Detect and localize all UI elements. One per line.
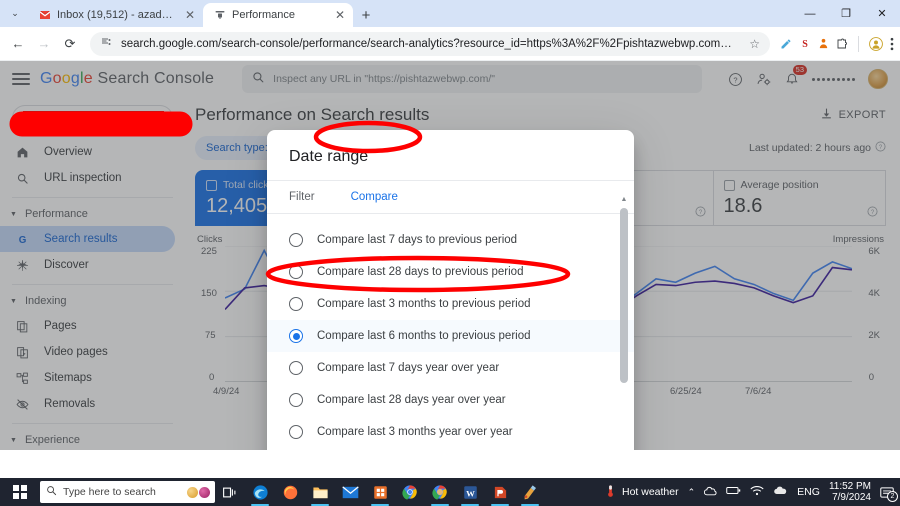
show-hidden-icons[interactable]: ⌃ [688,487,696,498]
powerpoint-icon[interactable] [485,478,515,506]
close-icon[interactable]: ✕ [184,9,196,21]
extension-icons: S [778,35,894,52]
option-label: Compare last 28 days year over year [317,394,506,406]
dialog-tab-bar: Filter Compare [267,180,634,214]
minimize-button[interactable]: — [792,0,828,27]
wifi-icon[interactable] [750,485,764,499]
option-custom[interactable]: Custom [267,448,634,450]
word-icon[interactable]: W [455,478,485,506]
toolbar-divider [858,35,859,52]
option-compare-last-6-months-previous-period[interactable]: Compare last 6 months to previous period [267,320,634,352]
tab-search-caret-icon[interactable]: ⌄ [2,0,28,27]
gmail-icon [38,9,51,22]
edge-icon[interactable] [245,478,275,506]
clock[interactable]: 11:52 PM 7/9/2024 [829,481,871,504]
store-icon[interactable] [365,478,395,506]
site-settings-icon[interactable] [100,36,113,51]
radio-icon[interactable] [289,329,303,343]
radio-icon[interactable] [289,265,303,279]
option-label: Compare last 3 months to previous period [317,298,531,310]
tab-compare[interactable]: Compare [351,191,398,203]
browser-toolbar: ← → ⟳ search.google.com/search-console/p… [0,27,900,61]
s-extension-icon[interactable]: S [799,37,811,50]
chrome-icon-1[interactable] [395,478,425,506]
search-console-page: Google Search Console Inspect any URL in… [0,61,900,450]
dialog-scrollbar[interactable]: ▲ ▼ [618,196,630,450]
option-compare-last-3-months-previous-period[interactable]: Compare last 3 months to previous period [267,288,634,320]
forward-button[interactable]: → [32,32,56,56]
option-label: Compare last 3 months year over year [317,426,513,438]
browser-tab-inbox[interactable]: Inbox (19,512) - azadeheses@g ✕ [28,3,203,27]
thermometer-icon [605,484,616,501]
search-icon [46,485,57,499]
url-text: search.google.com/search-console/perform… [121,37,742,50]
person-extension-icon[interactable] [818,37,829,50]
radio-icon[interactable] [289,361,303,375]
kebab-menu-icon[interactable] [890,37,894,51]
paint-icon[interactable] [515,478,545,506]
close-window-button[interactable]: ✕ [864,0,900,27]
onedrive-icon[interactable] [704,485,717,499]
weather-widget[interactable]: Hot weather [605,484,679,501]
option-compare-last-3-months-yoy[interactable]: Compare last 3 months year over year [267,416,634,448]
svg-text:W: W [466,488,475,498]
window-controls: — ❐ ✕ [792,0,900,27]
notification-count: 2 [887,490,898,502]
option-label: Compare last 7 days to previous period [317,234,518,246]
new-tab-button[interactable]: + [353,3,379,27]
chrome-icon-2[interactable] [425,478,455,506]
close-icon[interactable]: ✕ [334,9,346,21]
clock-date: 7/9/2024 [832,492,871,503]
firefox-icon[interactable] [275,478,305,506]
radio-icon[interactable] [289,297,303,311]
puzzle-extension-icon[interactable] [836,38,848,50]
bookmark-star-icon[interactable]: ☆ [749,37,760,51]
reload-button[interactable]: ⟳ [58,32,82,56]
option-compare-last-7-days-previous-period[interactable]: Compare last 7 days to previous period [267,224,634,256]
search-console-icon [213,9,226,22]
cloud-icon[interactable] [773,486,788,499]
dialog-title: Date range [289,148,369,165]
battery-icon[interactable] [726,486,741,498]
mail-icon[interactable] [335,478,365,506]
tab-strip: ⌄ Inbox (19,512) - azadeheses@g ✕ Perfor… [0,0,900,27]
option-compare-last-28-days-previous-period[interactable]: Compare last 28 days to previous period [267,256,634,288]
svg-text:S: S [802,39,808,50]
radio-icon[interactable] [289,425,303,439]
radio-icon[interactable] [289,393,303,407]
radio-icon[interactable] [289,233,303,247]
tab-title: Inbox (19,512) - azadeheses@g [57,9,178,21]
pen-extension-icon[interactable] [780,38,792,50]
clock-time: 11:52 PM [828,480,871,492]
scroll-up-arrow-icon[interactable]: ▲ [621,196,628,203]
scrollbar-thumb[interactable] [620,208,628,383]
tab-title: Performance [232,9,295,21]
dialog-options-list[interactable]: Compare last 7 days to previous period C… [267,214,634,450]
maximize-button[interactable]: ❐ [828,0,864,27]
option-label: Compare last 7 days year over year [317,362,500,374]
system-tray: Hot weather ⌃ ENG 11:52 PM 7/9/2024 2 [605,481,900,504]
option-compare-last-28-days-yoy[interactable]: Compare last 28 days year over year [267,384,634,416]
file-explorer-icon[interactable] [305,478,335,506]
task-view-icon[interactable] [215,478,245,506]
taskbar-search-placeholder: Type here to search [63,486,156,498]
language-indicator[interactable]: ENG [797,486,820,498]
action-center-icon[interactable]: 2 [880,486,898,502]
back-button[interactable]: ← [6,32,30,56]
cortana-icon[interactable] [187,486,210,498]
profile-icon[interactable] [869,36,883,51]
tab-filter[interactable]: Filter [289,191,315,203]
browser-tab-performance[interactable]: Performance ✕ [203,3,353,27]
option-label: Compare last 28 days to previous period [317,266,524,278]
option-label: Compare last 6 months to previous period [317,330,531,342]
address-bar[interactable]: search.google.com/search-console/perform… [90,31,770,56]
date-range-dialog: Date range Filter Compare Compare last 7… [267,130,634,450]
browser-window: ⌄ Inbox (19,512) - azadeheses@g ✕ Perfor… [0,0,900,478]
option-compare-last-7-days-yoy[interactable]: Compare last 7 days year over year [267,352,634,384]
start-button[interactable] [0,478,40,506]
windows-logo-icon [13,485,27,499]
windows-taskbar: Type here to search W Hot weather ⌃ ENG … [0,478,900,506]
taskbar-search-input[interactable]: Type here to search [40,481,215,503]
weather-label: Hot weather [622,486,679,498]
